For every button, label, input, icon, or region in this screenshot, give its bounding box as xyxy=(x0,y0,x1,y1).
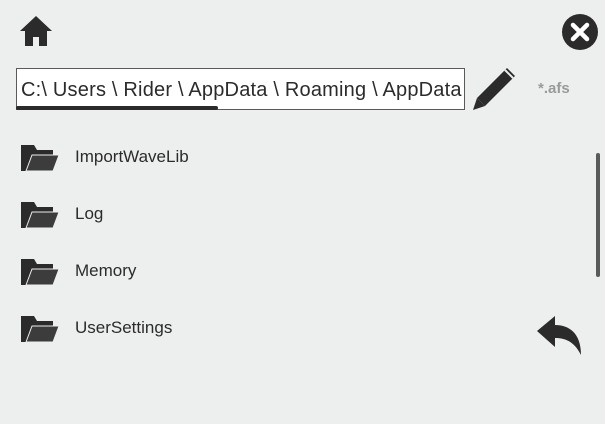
back-arrow-icon xyxy=(537,316,581,355)
edit-path-button[interactable] xyxy=(469,64,519,114)
file-filter-label: *.afs xyxy=(538,80,570,97)
folder-icon xyxy=(21,315,60,342)
path-field[interactable]: C:\ Users \ Rider \ AppData \ Roaming \ … xyxy=(16,68,465,110)
folder-list: ImportWaveLib Log Memory UserSettings xyxy=(20,128,540,356)
path-text: C:\ Users \ Rider \ AppData \ Roaming \ … xyxy=(21,79,462,101)
list-item[interactable]: ImportWaveLib xyxy=(20,128,540,185)
folder-label: ImportWaveLib xyxy=(75,146,189,166)
folder-icon xyxy=(21,144,60,171)
close-button[interactable] xyxy=(561,13,599,51)
folder-icon xyxy=(21,258,60,285)
home-icon xyxy=(20,16,52,46)
scrollbar[interactable] xyxy=(596,153,600,277)
folder-label: UserSettings xyxy=(75,317,173,337)
folder-label: Log xyxy=(75,203,104,223)
back-button[interactable] xyxy=(535,313,585,357)
folder-label: Memory xyxy=(75,260,137,280)
path-segment-underline xyxy=(16,106,218,110)
close-icon xyxy=(562,14,598,50)
folder-icon xyxy=(21,201,60,228)
home-button[interactable] xyxy=(18,14,54,48)
list-item[interactable]: UserSettings xyxy=(20,299,540,356)
pencil-icon xyxy=(473,68,515,110)
list-item[interactable]: Memory xyxy=(20,242,540,299)
list-item[interactable]: Log xyxy=(20,185,540,242)
